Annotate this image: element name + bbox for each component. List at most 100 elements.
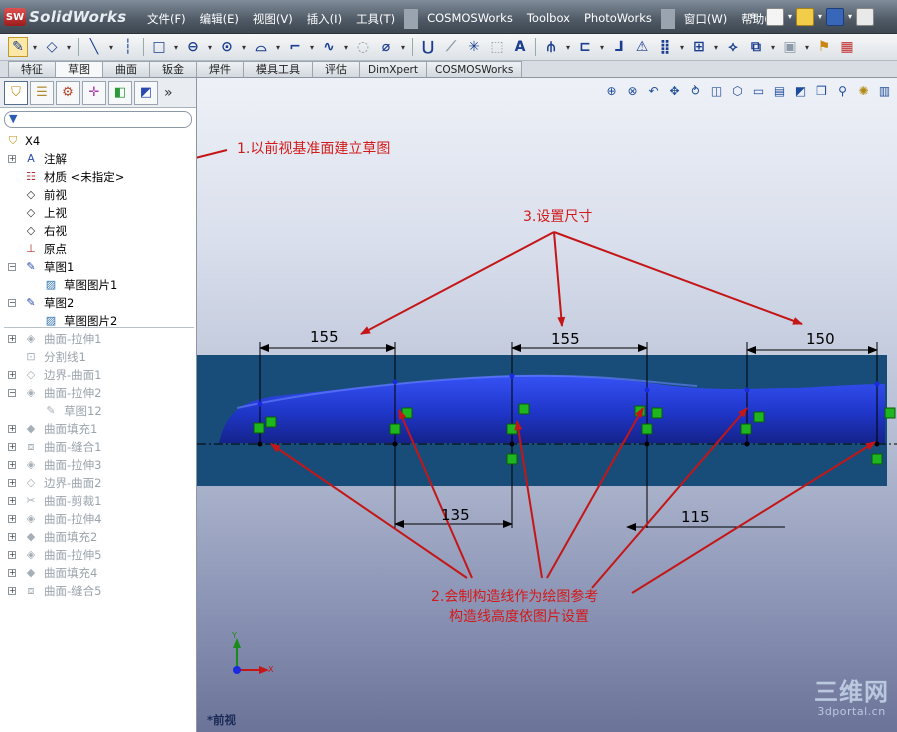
trim-icon[interactable]: ⋃ — [418, 37, 438, 57]
expand-icon[interactable]: + — [8, 335, 16, 343]
open-dropdown-arrow-icon[interactable]: ▾ — [818, 8, 822, 26]
rectangle-dropdown-arrow-icon[interactable]: ▾ — [172, 37, 180, 57]
tree-item[interactable]: + ◈ 曲面-拉伸1 — [0, 330, 196, 348]
menu-item[interactable]: COSMOSWorks — [420, 9, 520, 29]
tab-2[interactable]: 曲面 — [102, 61, 150, 77]
ellipse-dropdown-arrow-icon[interactable]: ▾ — [399, 37, 407, 57]
tree-item[interactable]: + ◈ 曲面-拉伸4 — [0, 510, 196, 528]
menu-item[interactable]: 工具(T) — [349, 9, 402, 29]
rectangle-icon[interactable]: □ — [149, 37, 169, 57]
tab-7[interactable]: DimXpert — [359, 61, 427, 77]
dimension-155-middle[interactable]: 155 — [551, 330, 580, 348]
tab-0[interactable]: 特征 — [8, 61, 56, 77]
sketch-picture-toggle-icon[interactable]: ▣ — [780, 37, 800, 57]
dimension-135[interactable]: 135 — [441, 506, 470, 524]
tree-item[interactable]: ▨ 草图图片1 — [0, 276, 196, 294]
display-relations-icon[interactable]: ⊏ — [575, 37, 595, 57]
slot-dropdown-arrow-icon[interactable]: ▾ — [206, 37, 214, 57]
convert-entities-icon[interactable]: ⟋ — [441, 37, 461, 57]
sketch-icon[interactable]: ✎ — [8, 37, 28, 57]
dimension-150-right[interactable]: 150 — [806, 330, 835, 348]
tree-item[interactable]: ✎ 草图12 — [0, 402, 196, 420]
split-entities-icon[interactable]: ⟡ — [723, 37, 743, 57]
arc-dropdown-arrow-icon[interactable]: ▾ — [274, 37, 282, 57]
tree-item[interactable]: ⊡ 分割线1 — [0, 348, 196, 366]
feature-manager-tab-icon[interactable]: ⛉ — [4, 80, 28, 105]
expand-icon[interactable]: + — [8, 569, 16, 577]
centerline-icon[interactable]: ┆ — [118, 37, 138, 57]
tab-8[interactable]: COSMOSWorks — [425, 61, 523, 77]
tree-item[interactable]: ☷ 材质 <未指定> — [0, 168, 196, 186]
menu-item[interactable]: PhotoWorks — [577, 9, 659, 29]
arc-icon[interactable]: ⌓ — [251, 37, 271, 57]
menu-item[interactable]: Toolbox — [520, 9, 577, 29]
expand-icon[interactable]: + — [8, 371, 16, 379]
new-dropdown-arrow-icon[interactable]: ▾ — [788, 8, 792, 26]
sketch-dropdown-arrow-icon[interactable]: ▾ — [31, 37, 39, 57]
construction-dropdown-arrow-icon[interactable]: ▾ — [769, 37, 777, 57]
tree-item[interactable]: + ✂ 曲面-剪裁1 — [0, 492, 196, 510]
tab-5[interactable]: 模具工具 — [243, 61, 313, 77]
expand-icon[interactable]: + — [8, 551, 16, 559]
expand-icon[interactable]: + — [8, 479, 16, 487]
tree-item[interactable]: + ◆ 曲面填充2 — [0, 528, 196, 546]
rollback-bar[interactable] — [4, 327, 194, 328]
expand-icon[interactable]: + — [8, 587, 16, 595]
tree-item[interactable]: + ◇ 边界-曲面1 — [0, 366, 196, 384]
mirror-dropdown-arrow-icon[interactable]: ▾ — [564, 37, 572, 57]
slot-icon[interactable]: ⊖ — [183, 37, 203, 57]
render-manager-tab-icon[interactable]: ◩ — [134, 80, 158, 105]
move-entities-icon[interactable]: ⊞ — [689, 37, 709, 57]
graphics-area[interactable]: ⊕ ⊗ ↶ ✥ ⥁ ◫ ⬡ ▭ ▤ ◩ ❒ ⚲ ✺ ▥ 155 155 150 … — [197, 78, 897, 732]
new-document-icon[interactable] — [766, 8, 784, 26]
tree-item[interactable]: + ◈ 曲面-拉伸3 — [0, 456, 196, 474]
spline-icon[interactable]: ∿ — [319, 37, 339, 57]
collapse-icon[interactable]: − — [8, 389, 16, 397]
configuration-manager-tab-icon[interactable]: ⚙ — [56, 80, 80, 105]
tree-item[interactable]: ◇ 右视 — [0, 222, 196, 240]
expand-icon[interactable]: + — [8, 461, 16, 469]
menu-item[interactable]: 插入(I) — [300, 9, 349, 29]
collapse-icon[interactable]: − — [8, 299, 16, 307]
display-manager-tab-icon[interactable]: ◧ — [108, 80, 132, 105]
expand-icon[interactable]: + — [8, 533, 16, 541]
tree-item[interactable]: + ⧈ 曲面-缝合5 — [0, 582, 196, 600]
dimension-dropdown-arrow-icon[interactable]: ▾ — [65, 37, 73, 57]
tree-root[interactable]: ⛉ X4 — [0, 132, 196, 150]
save-dropdown-arrow-icon[interactable]: ▾ — [848, 8, 852, 26]
print-icon[interactable] — [856, 8, 875, 26]
menu-item[interactable]: 编辑(E) — [193, 9, 246, 29]
tree-item[interactable]: + A 注解 — [0, 150, 196, 168]
tree-item[interactable]: ◇ 上视 — [0, 204, 196, 222]
tree-item[interactable]: ◇ 前视 — [0, 186, 196, 204]
tree-item[interactable]: − ✎ 草图1 — [0, 258, 196, 276]
tab-4[interactable]: 焊件 — [196, 61, 244, 77]
pattern-icon[interactable]: ⣿ — [655, 37, 675, 57]
pattern-dropdown-arrow-icon[interactable]: ▾ — [678, 37, 686, 57]
text-icon[interactable]: A — [510, 37, 530, 57]
move-dropdown-arrow-icon[interactable]: ▾ — [712, 37, 720, 57]
warning-icon[interactable]: ⚠ — [632, 37, 652, 57]
expand-icon[interactable]: + — [8, 515, 16, 523]
expand-panel-button[interactable]: » — [164, 85, 173, 101]
collapse-icon[interactable]: − — [8, 263, 16, 271]
dimension-115[interactable]: 115 — [681, 508, 710, 526]
save-icon[interactable] — [826, 8, 845, 26]
offset-entities-icon[interactable]: ⬚ — [487, 37, 507, 57]
tree-item[interactable]: + ⧈ 曲面-缝合1 — [0, 438, 196, 456]
expand-icon[interactable]: + — [8, 155, 16, 163]
expand-icon[interactable]: + — [8, 425, 16, 433]
tab-1[interactable]: 草图 — [55, 61, 103, 77]
quick-snaps-icon[interactable]: ⚑ — [814, 37, 834, 57]
spline-dropdown-arrow-icon[interactable]: ▾ — [342, 37, 350, 57]
point-icon[interactable]: ✳ — [464, 37, 484, 57]
surface-spline-icon[interactable]: ◌ — [353, 37, 373, 57]
tab-6[interactable]: 评估 — [312, 61, 360, 77]
circle-icon[interactable]: ⊙ — [217, 37, 237, 57]
pin-icon[interactable]: ⌖ — [744, 8, 762, 26]
menu-item[interactable]: 文件(F) — [140, 9, 193, 29]
smart-dimension-icon[interactable]: ◇ — [42, 37, 62, 57]
tree-item[interactable]: + ◆ 曲面填充1 — [0, 420, 196, 438]
construction-geometry-icon[interactable]: ⧉ — [746, 37, 766, 57]
mirror-icon[interactable]: ⫛ — [541, 37, 561, 57]
